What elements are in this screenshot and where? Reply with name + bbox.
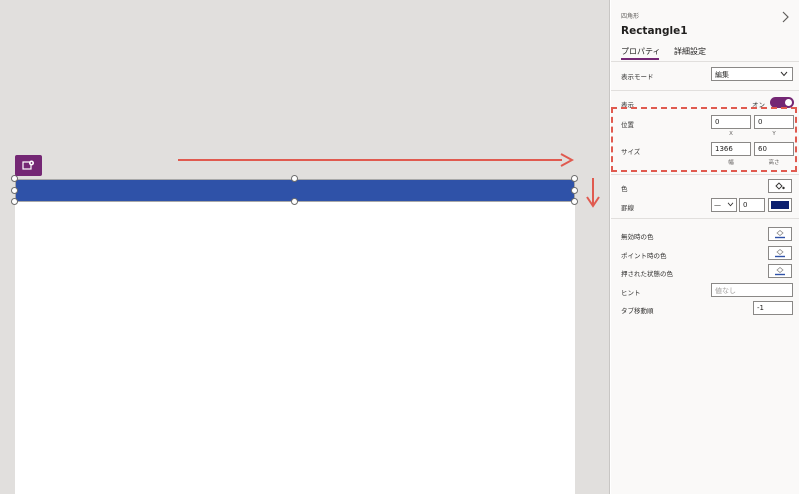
component-icon [22,160,34,170]
border-thickness-input[interactable]: 0 [739,198,765,212]
fill-label: 色 [621,185,628,193]
paint-bucket-icon [775,182,785,190]
app-screen[interactable] [15,180,575,494]
resize-handle-top-center[interactable] [291,175,298,182]
properties-panel: 四角形 Rectangle1 プロパティ 詳細設定 表示モード 編集 表示 オン… [611,0,799,494]
chevron-right-icon[interactable] [778,10,792,24]
paint-bucket-icon [775,229,785,239]
border-style-value: — [714,201,721,209]
tab-index-input[interactable]: -1 [753,301,793,315]
resize-handle-top-left[interactable] [11,175,18,182]
resize-handle-middle-right[interactable] [571,187,578,194]
resize-handle-bottom-right[interactable] [571,198,578,205]
display-mode-label: 表示モード [621,73,654,81]
divider [611,174,799,175]
border-color-swatch[interactable] [768,198,792,212]
width-annotation-arrow-icon [178,153,574,167]
fill-color-button[interactable] [768,179,792,193]
paint-bucket-icon [775,266,785,276]
pressed-color-button[interactable] [768,264,792,278]
display-mode-select[interactable]: 編集 [711,67,793,81]
tooltip-label: ヒント [621,289,641,297]
control-kind-label: 四角形 [621,13,640,20]
component-badge[interactable] [15,155,42,176]
resize-handle-bottom-center[interactable] [291,198,298,205]
divider [611,218,799,219]
display-mode-value: 編集 [715,71,729,79]
disabled-color-label: 無効時の色 [621,233,654,241]
highlight-annotation-box [611,107,797,172]
tooltip-input[interactable]: 値なし [711,283,793,297]
hover-color-button[interactable] [768,246,792,260]
disabled-color-button[interactable] [768,227,792,241]
border-label: 罫線 [621,204,634,212]
control-name-title[interactable]: Rectangle1 [621,25,688,37]
pressed-color-label: 押された状態の色 [621,270,673,278]
tab-index-label: タブ移動順 [621,307,654,315]
height-annotation-arrow-icon [586,178,600,208]
active-tab-indicator [621,58,659,60]
resize-handle-bottom-left[interactable] [11,198,18,205]
tab-advanced[interactable]: 詳細設定 [674,46,706,57]
hover-color-label: ポイント時の色 [621,252,667,260]
divider [611,90,799,91]
chevron-down-icon [780,71,788,77]
border-style-select[interactable]: — [711,198,737,212]
divider [611,61,799,62]
tab-properties[interactable]: プロパティ [621,46,661,57]
resize-handle-top-right[interactable] [571,175,578,182]
resize-handle-middle-left[interactable] [11,187,18,194]
chevron-down-icon [727,202,734,207]
paint-bucket-icon [775,248,785,258]
